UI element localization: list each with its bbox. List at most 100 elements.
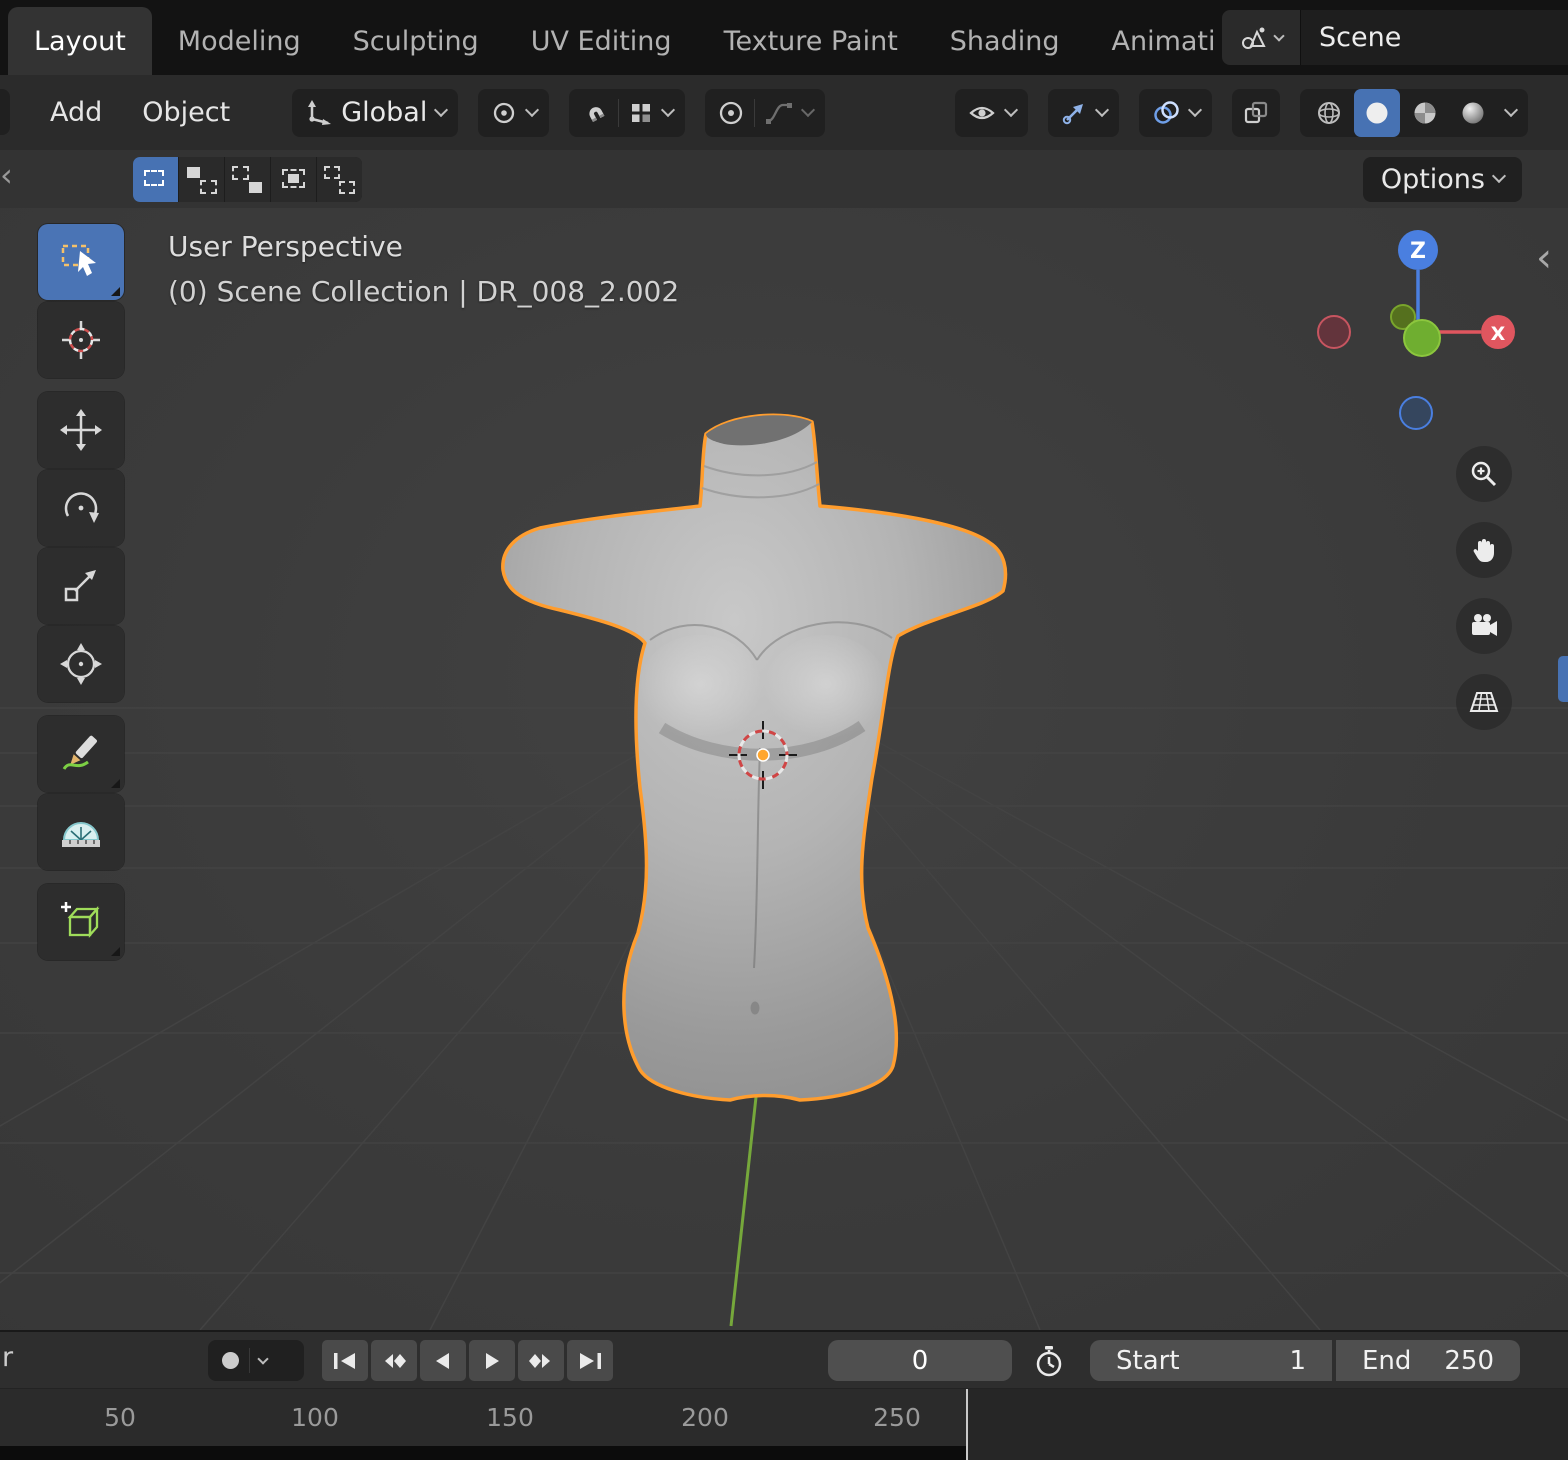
falloff-dropdown[interactable]	[764, 100, 794, 126]
start-frame-field[interactable]: Start 1	[1090, 1340, 1332, 1381]
shading-solid-button[interactable]	[1354, 88, 1400, 137]
scrollbar-track[interactable]	[0, 1446, 966, 1460]
bust-highlight	[764, 635, 888, 745]
tool-add-cube[interactable]	[38, 884, 124, 960]
auto-keying-record-icon[interactable]	[222, 1352, 239, 1369]
select-mode-invert[interactable]	[271, 156, 316, 202]
options-dropdown[interactable]: Options	[1362, 156, 1522, 202]
select-mode-set[interactable]	[133, 156, 178, 202]
proportional-editing-group	[705, 88, 826, 137]
proportional-editing-toggle[interactable]	[717, 99, 745, 127]
scene-browse-button[interactable]	[1222, 10, 1300, 65]
gizmo-axis-y	[1403, 319, 1441, 357]
gizmo-axis-z-neg	[1399, 396, 1433, 430]
timeline-ruler[interactable]: 50 100 150 200 250	[0, 1388, 1568, 1460]
divider	[249, 1348, 250, 1373]
timeline-bar: r 0 Start 1 End 250	[0, 1330, 1568, 1388]
transform-orientation-dropdown[interactable]: Global	[292, 88, 459, 137]
chevron-down-icon	[801, 102, 816, 117]
navigation-gizmo[interactable]: Z X	[1298, 220, 1538, 450]
viewport-header: Add Object Global	[0, 75, 1568, 150]
camera-view-button[interactable]	[1456, 598, 1512, 654]
overlays-icon	[1154, 100, 1179, 124]
editor-type-button-partial[interactable]	[0, 89, 10, 135]
object-type-visibility-dropdown[interactable]	[955, 88, 1028, 137]
show-gizmo-dropdown[interactable]	[1048, 88, 1119, 137]
next-keyframe-button[interactable]	[518, 1340, 564, 1381]
tab-texture-paint[interactable]: Texture Paint	[698, 7, 924, 75]
chevron-down-icon	[525, 102, 540, 117]
object-menu[interactable]: Object	[122, 89, 250, 136]
tab-shading[interactable]: Shading	[924, 7, 1086, 75]
beyond-range-shading	[967, 1389, 1568, 1460]
collapse-arrow-right[interactable]: ‹	[1536, 238, 1552, 278]
tool-move[interactable]	[38, 392, 124, 468]
tool-scale[interactable]	[38, 548, 124, 624]
shading-wireframe-button[interactable]	[1306, 89, 1352, 137]
bust-highlight	[638, 635, 762, 745]
transform-icon	[60, 643, 102, 685]
chevron-down-icon	[1491, 168, 1507, 184]
tab-sculpting[interactable]: Sculpting	[327, 7, 505, 75]
tab-layout[interactable]: Layout	[8, 7, 152, 75]
prev-keyframe-button[interactable]	[371, 1340, 417, 1381]
tab-uv-editing[interactable]: UV Editing	[505, 7, 698, 75]
divider	[754, 98, 756, 127]
auto-keying-control[interactable]	[208, 1340, 304, 1381]
object-origin	[756, 748, 770, 762]
jump-to-end-button[interactable]	[567, 1340, 613, 1381]
select-mode-subtract[interactable]	[225, 156, 270, 202]
snap-settings-dropdown[interactable]	[628, 100, 654, 126]
add-menu[interactable]: Add	[30, 89, 122, 136]
viewport-info: User Perspective (0) Scene Collection | …	[168, 224, 679, 314]
tool-cursor[interactable]	[38, 302, 124, 378]
show-overlays-dropdown[interactable]	[1139, 88, 1212, 137]
tool-rotate[interactable]	[38, 470, 124, 546]
xray-toggle[interactable]	[1232, 88, 1280, 137]
blender-window: Layout Modeling Sculpting UV Editing Tex…	[0, 0, 1568, 1460]
perspective-toggle-button[interactable]	[1456, 674, 1512, 730]
shading-material-button[interactable]	[1402, 89, 1448, 137]
tab-modeling[interactable]: Modeling	[152, 7, 327, 75]
collapse-arrow-left[interactable]: ‹	[0, 156, 13, 194]
shading-dropdown[interactable]	[1503, 102, 1519, 117]
play-reverse-button[interactable]	[420, 1340, 466, 1381]
end-frame-field[interactable]: End 250	[1336, 1340, 1520, 1381]
snapping-group	[569, 88, 686, 137]
zoom-button[interactable]	[1456, 446, 1512, 502]
scene-selector[interactable]: Scene	[1222, 10, 1568, 65]
workspace-tab-bar: Layout Modeling Sculpting UV Editing Tex…	[0, 0, 1568, 75]
torso-mesh[interactable]	[501, 413, 1008, 1102]
tool-measure[interactable]	[38, 794, 124, 870]
chevron-down-icon	[1187, 102, 1203, 117]
axis-y-line	[729, 1087, 759, 1327]
jump-to-start-button[interactable]	[322, 1340, 368, 1381]
tool-transform[interactable]	[38, 626, 124, 702]
stopwatch-icon	[1036, 1346, 1062, 1377]
hand-icon	[1473, 539, 1494, 562]
select-mode-extend[interactable]	[179, 156, 224, 202]
playback-controls	[322, 1340, 613, 1381]
tool-annotate[interactable]	[38, 716, 124, 792]
snap-toggle[interactable]	[581, 99, 609, 127]
tool-select-box[interactable]	[38, 224, 124, 300]
shading-rendered-button[interactable]	[1450, 89, 1496, 137]
shading-mode-group	[1300, 88, 1528, 137]
tab-animation[interactable]: Animati	[1085, 7, 1241, 75]
play-button[interactable]	[469, 1340, 515, 1381]
tool-settings-bar: ‹ Options	[0, 150, 1568, 208]
preview-range-toggle[interactable]	[1033, 1344, 1065, 1382]
scene-name-field[interactable]: Scene	[1300, 10, 1568, 65]
pivot-point-dropdown[interactable]	[478, 88, 550, 137]
current-frame-field[interactable]: 0	[828, 1340, 1012, 1381]
pivot-point-icon	[494, 102, 515, 123]
viewport-3d[interactable]: User Perspective (0) Scene Collection | …	[0, 208, 1568, 1330]
sidebar-tab-handle[interactable]	[1558, 656, 1568, 702]
svg-text:Z: Z	[1410, 239, 1426, 264]
frame-range-fields: Start 1 End 250	[1090, 1340, 1520, 1381]
select-mode-intersect[interactable]	[317, 156, 362, 202]
range-boundary-line	[966, 1389, 968, 1460]
pan-button[interactable]	[1456, 522, 1512, 578]
ruler-tick: 200	[681, 1403, 729, 1432]
add-cube-icon	[61, 902, 100, 939]
